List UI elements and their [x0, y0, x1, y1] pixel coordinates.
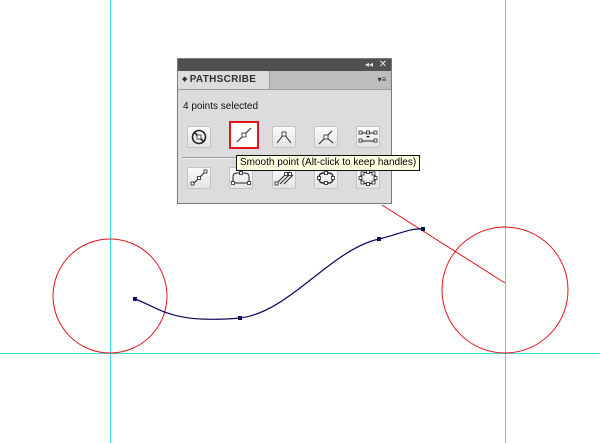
no-convert-button[interactable]	[187, 126, 211, 148]
selection-status: 4 points selected	[183, 101, 259, 112]
close-icon[interactable]: ✕	[377, 59, 389, 71]
pathscribe-panel: ◂◂ ✕ ◆ PATHSCRIBE ▾≡ 4 points selected	[177, 58, 392, 204]
retract-handles-icon	[274, 172, 294, 186]
cusp-point-icon	[318, 130, 334, 145]
ellipse-icon	[358, 170, 378, 186]
panel-titlebar[interactable]: ◂◂ ✕	[178, 59, 391, 71]
straighten-handles-icon	[190, 169, 208, 186]
collapse-icon[interactable]: ◂◂	[363, 59, 375, 71]
panel-tab-row: ◆ PATHSCRIBE ▾≡	[178, 71, 391, 90]
anchor-point[interactable]	[377, 237, 381, 241]
cusp-point-button[interactable]	[314, 126, 338, 148]
distribute-points-button[interactable]	[356, 126, 380, 148]
smooth-point-icon	[236, 127, 252, 143]
panel-menu-icon[interactable]: ▾≡	[376, 74, 388, 86]
distribute-points-icon	[358, 130, 378, 143]
smooth-curve-icon	[231, 171, 251, 185]
handle-line[interactable]	[381, 204, 506, 284]
no-convert-icon	[191, 129, 207, 145]
smooth-point-button[interactable]	[229, 121, 259, 149]
corner-point-button[interactable]	[272, 126, 296, 148]
bezier-path[interactable]	[134, 228, 424, 320]
round-rect-icon	[317, 171, 335, 185]
anchor-point[interactable]	[238, 316, 242, 320]
anchor-point[interactable]	[133, 297, 137, 301]
tab-arrows-icon: ◆	[182, 76, 188, 83]
anchor-point[interactable]	[421, 227, 425, 231]
smooth-point-tooltip: Smooth point (Alt-click to keep handles)	[236, 155, 421, 171]
panel-title: PATHSCRIBE	[189, 74, 257, 85]
tab-pathscribe[interactable]: ◆ PATHSCRIBE	[178, 71, 270, 89]
straighten-handles-button[interactable]	[187, 167, 211, 189]
corner-point-icon	[276, 131, 292, 144]
